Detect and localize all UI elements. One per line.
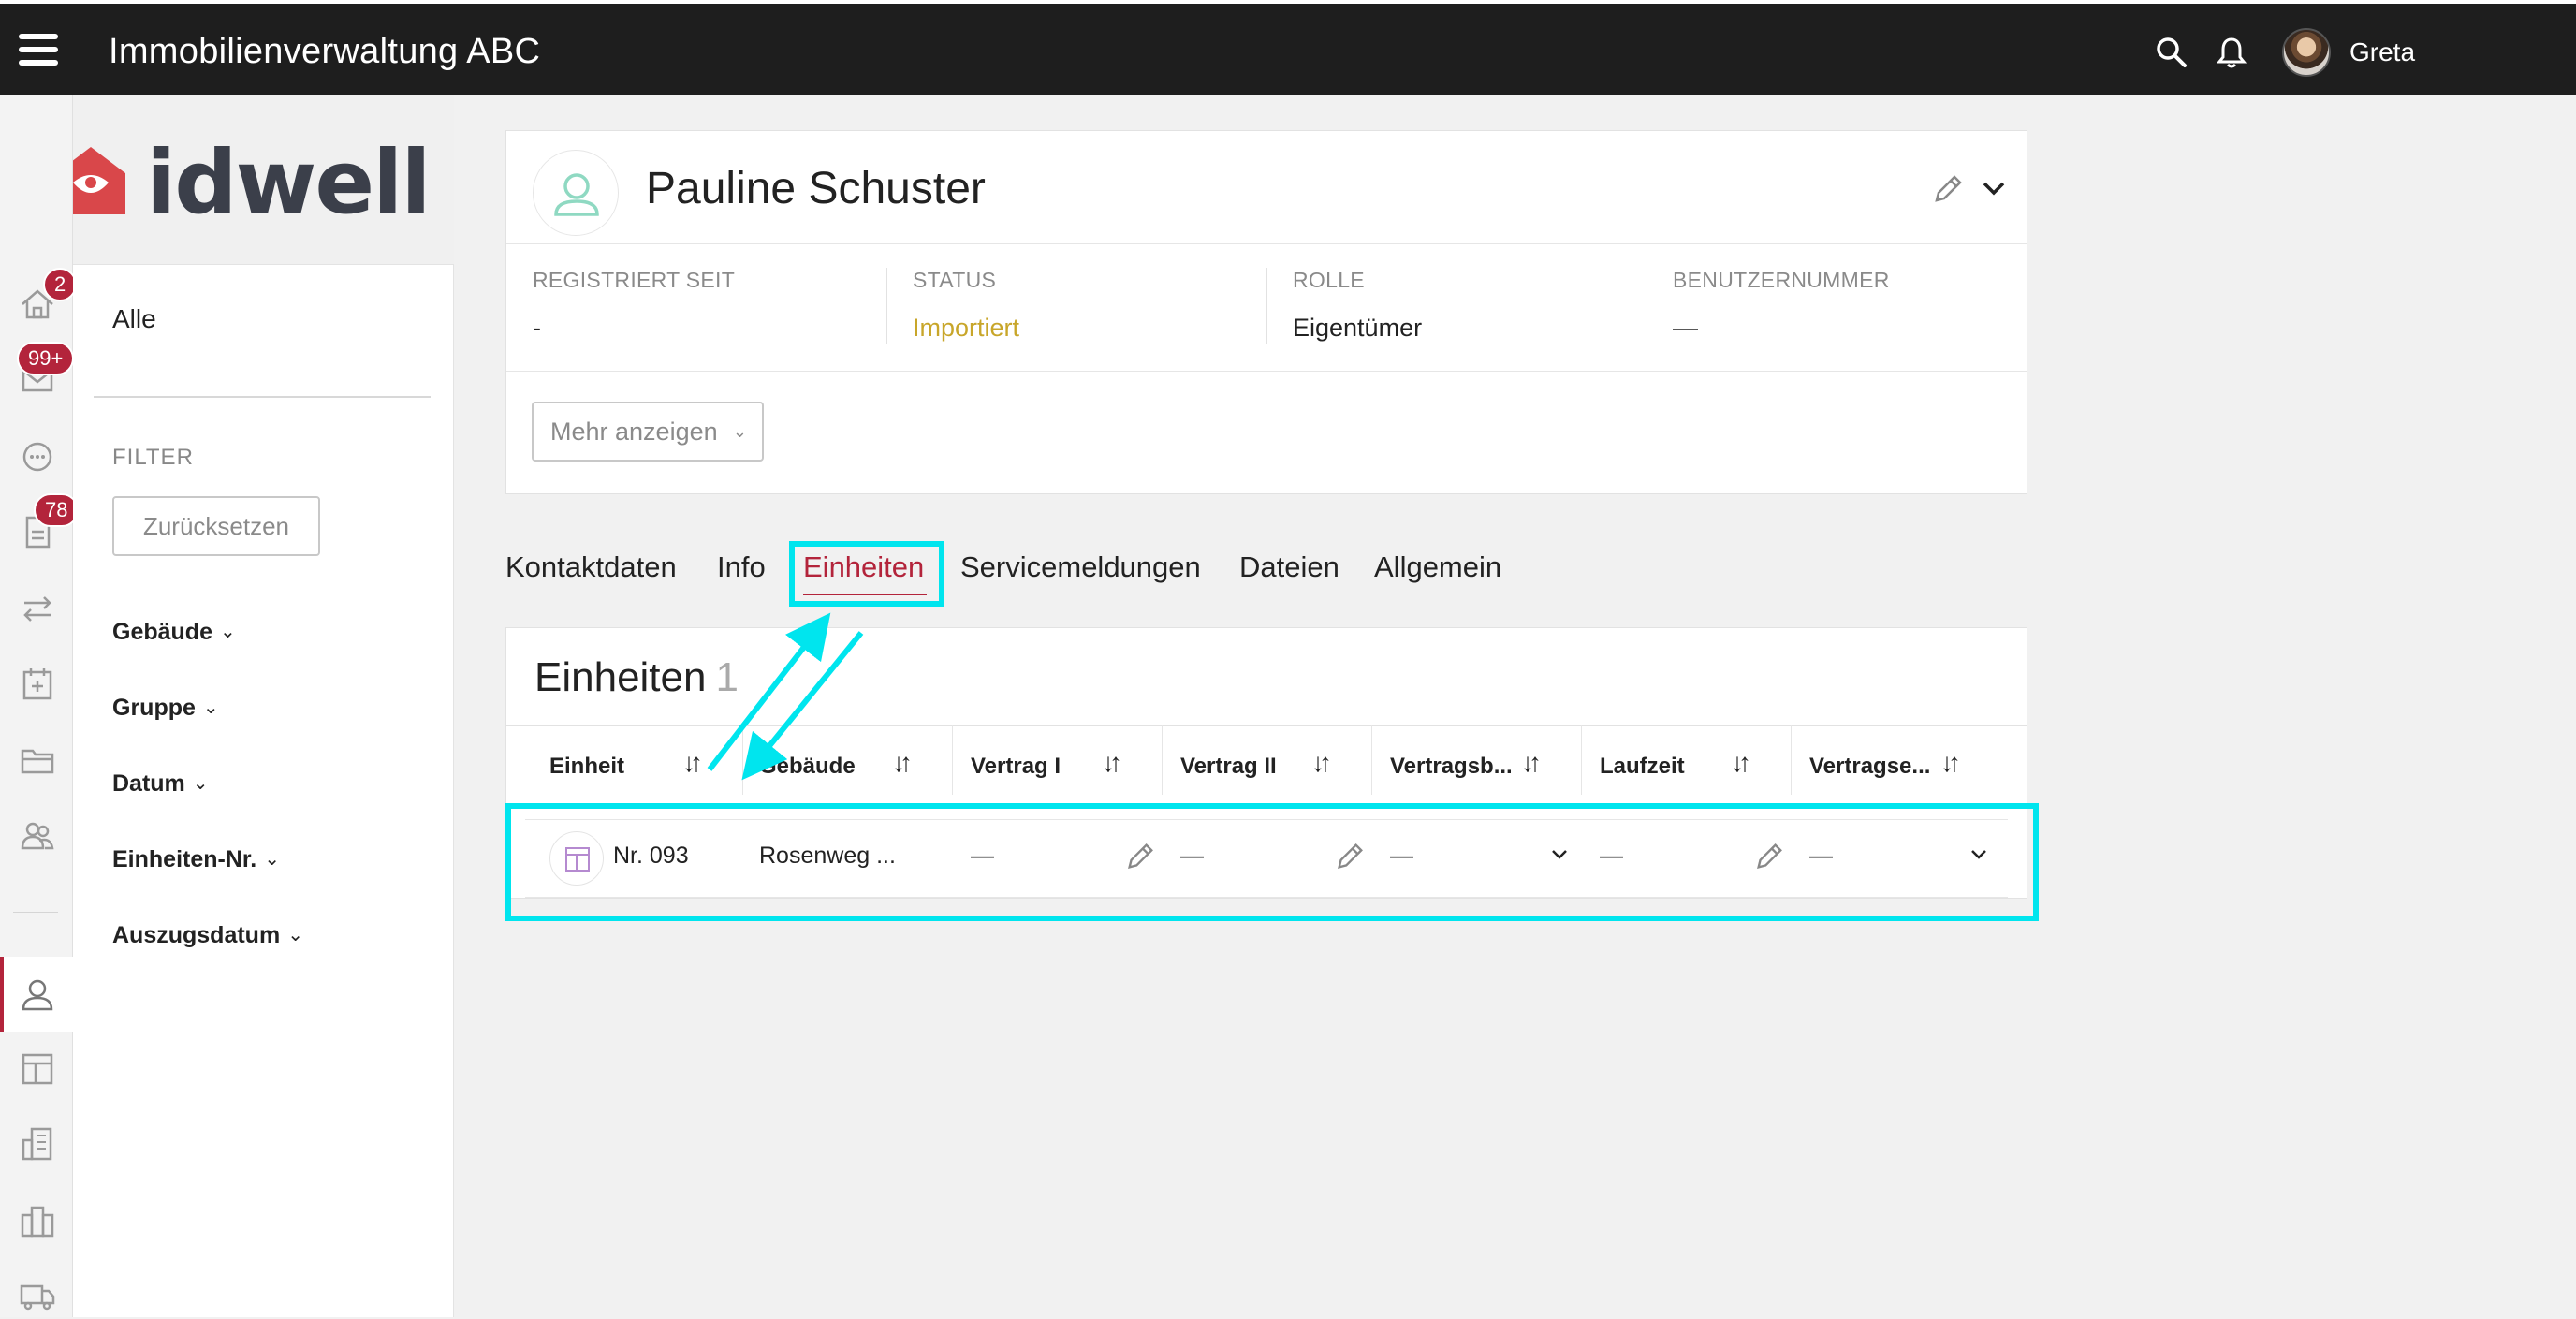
tab-general[interactable]: Allgemein <box>1374 550 1501 584</box>
top-bar: Immobilienverwaltung ABC Greta <box>0 0 2576 95</box>
column-divider <box>1791 725 1792 795</box>
column-header-unit: Einheit <box>549 754 625 779</box>
bell-icon[interactable] <box>2215 36 2248 69</box>
rail-divider <box>13 912 58 913</box>
show-more-button[interactable]: Mehr anzeigen ⌄ <box>532 402 764 462</box>
filter-group-label: Gruppe <box>112 695 196 721</box>
units-title-text: Einheiten <box>534 654 707 700</box>
chevron-down-icon: ⌄ <box>202 697 219 718</box>
sort-icon[interactable]: ↓↑ <box>1731 748 1751 778</box>
reset-filter-button[interactable]: Zurücksetzen <box>112 496 320 556</box>
filter-group-label: Einheiten-Nr. <box>112 846 257 872</box>
chevron-down-icon[interactable] <box>1978 172 2010 204</box>
filter-group-date[interactable]: Datum ⌄ <box>112 770 209 798</box>
person-icon[interactable] <box>19 975 56 1013</box>
transfer-icon[interactable] <box>19 590 56 627</box>
user-name[interactable]: Greta <box>2349 37 2415 67</box>
mail-badge: 99+ <box>17 342 75 375</box>
field-label: STATUS <box>913 268 997 292</box>
filter-group-label: Gebäude <box>112 619 212 645</box>
filter-heading: FILTER <box>112 445 194 470</box>
filter-group-label: Auszugsdatum <box>112 922 281 948</box>
sort-icon[interactable]: ↓↑ <box>1311 748 1332 778</box>
users-icon[interactable] <box>19 816 56 854</box>
filter-group-group[interactable]: Gruppe ⌄ <box>112 695 219 722</box>
search-icon[interactable] <box>2155 36 2188 69</box>
column-divider <box>952 725 953 795</box>
column-divider <box>1581 725 1582 795</box>
truck-icon[interactable] <box>19 1277 56 1314</box>
chevron-down-icon: ⌄ <box>219 622 236 642</box>
status-value: Importiert <box>913 314 1020 342</box>
chat-icon[interactable] <box>19 438 56 476</box>
profile-card: Pauline Schuster REGISTRIERT SEIT - STAT… <box>505 130 2027 494</box>
calendar-add-icon[interactable] <box>19 665 56 702</box>
field-label: REGISTRIERT SEIT <box>533 268 736 292</box>
logo-text: idwell <box>146 132 432 234</box>
pencil-icon[interactable] <box>1931 172 1965 206</box>
home-badge: 2 <box>43 268 78 301</box>
registered-since-field: REGISTRIERT SEIT - <box>533 268 735 343</box>
filter-group-move-out-date[interactable]: Auszugsdatum ⌄ <box>112 922 303 949</box>
tab-files[interactable]: Dateien <box>1239 550 1339 584</box>
buildings-icon[interactable] <box>19 1202 56 1239</box>
divider <box>1266 268 1267 344</box>
field-label: ROLLE <box>1293 268 1365 292</box>
field-label: BENUTZERNUMMER <box>1673 268 1890 292</box>
sort-icon[interactable]: ↓↑ <box>1521 748 1542 778</box>
divider <box>506 371 2027 372</box>
sort-icon[interactable]: ↓↑ <box>1102 748 1122 778</box>
chevron-down-icon: ⌄ <box>287 925 303 945</box>
units-count: 1 <box>715 654 739 700</box>
column-header-contract-end: Vertragse... <box>1809 754 1931 779</box>
filter-group-unit-number[interactable]: Einheiten-Nr. ⌄ <box>112 846 280 873</box>
chevron-down-icon: ⌄ <box>264 849 280 870</box>
building-icon[interactable] <box>19 1125 56 1163</box>
divider <box>506 243 2027 244</box>
filter-group-label: Datum <box>112 770 185 797</box>
row-annotation-box <box>505 803 2039 921</box>
divider <box>886 268 887 344</box>
field-value: — <box>1673 314 1698 342</box>
sort-icon[interactable]: ↓↑ <box>892 748 913 778</box>
tab-annotation-box <box>789 541 944 607</box>
filter-divider <box>94 396 431 398</box>
field-value: Eigentümer <box>1293 314 1423 342</box>
column-header-contract-1: Vertrag I <box>971 754 1061 779</box>
tab-service-reports[interactable]: Servicemeldungen <box>960 550 1201 584</box>
folder-icon[interactable] <box>19 741 56 779</box>
profile-name: Pauline Schuster <box>646 164 986 213</box>
column-header-term: Laufzeit <box>1600 754 1685 779</box>
person-icon <box>554 173 599 216</box>
column-divider <box>742 725 743 795</box>
menu-icon[interactable] <box>19 34 58 66</box>
chevron-down-icon: ⌄ <box>732 422 747 441</box>
show-more-label: Mehr anzeigen <box>550 418 718 446</box>
field-value: - <box>533 314 541 342</box>
user-number-field: BENUTZERNUMMER — <box>1673 268 1890 343</box>
column-header-contract-start: Vertragsb... <box>1390 754 1513 779</box>
column-header-contract-2: Vertrag II <box>1180 754 1277 779</box>
units-title: Einheiten 1 <box>534 654 739 701</box>
profile-avatar <box>533 150 619 236</box>
app-title: Immobilienverwaltung ABC <box>109 32 541 71</box>
sort-icon[interactable]: ↓↑ <box>1940 748 1961 778</box>
column-header-building: Gebäude <box>759 754 856 779</box>
filter-panel: Alle FILTER Zurücksetzen Gebäude ⌄ Gruppe… <box>73 265 454 1317</box>
column-divider <box>1162 725 1163 795</box>
column-divider <box>1371 725 1372 795</box>
filter-all[interactable]: Alle <box>112 304 156 334</box>
tab-info[interactable]: Info <box>717 550 766 584</box>
avatar[interactable] <box>2282 28 2331 77</box>
chevron-down-icon: ⌄ <box>192 773 209 794</box>
divider <box>506 725 2027 726</box>
tab-contact-data[interactable]: Kontaktdaten <box>505 550 677 584</box>
floorplan-icon[interactable] <box>19 1050 56 1088</box>
role-field: ROLLE Eigentümer <box>1293 268 1422 343</box>
status-field: STATUS Importiert <box>913 268 1019 343</box>
filter-group-building[interactable]: Gebäude ⌄ <box>112 619 236 646</box>
sort-icon[interactable]: ↓↑ <box>682 748 703 778</box>
